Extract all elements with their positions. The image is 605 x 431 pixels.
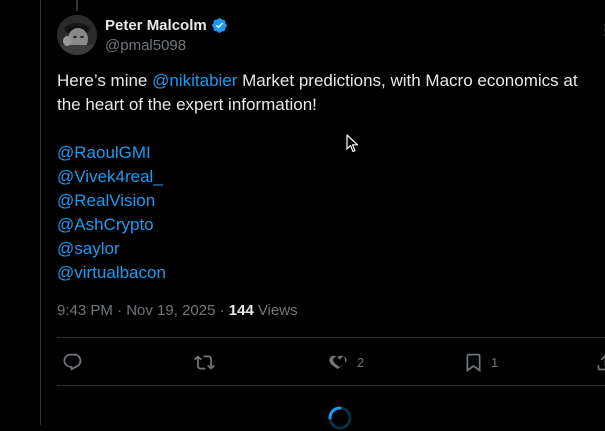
verified-badge-icon[interactable] [211,17,228,34]
retweet-button[interactable] [194,346,222,378]
bookmark-button[interactable]: 1 [463,346,498,378]
like-count: 2 [357,355,364,370]
avatar[interactable] [57,15,97,55]
author-handle[interactable]: @pmal5098 [105,37,186,54]
reply-icon [62,352,83,373]
tweet-time[interactable]: 9:43 PM [57,302,113,319]
mention-link[interactable]: @RealVision [57,189,166,213]
tweet-date[interactable]: Nov 19, 2025 [126,302,215,319]
mention-list: @RaoulGMI @Vivek4real_ @RealVision @AshC… [57,141,166,285]
tweet-meta: 9:43 PM · Nov 19, 2025 · 144Views [57,302,298,319]
mention-link[interactable]: @saylor [57,237,166,261]
mention-link[interactable]: @virtualbacon [57,261,166,285]
reply-button[interactable] [62,346,90,378]
thread-connector-line [76,0,78,11]
inline-mention-link[interactable]: @nikitabier [152,71,237,90]
like-icon [329,352,350,373]
share-icon [595,352,605,373]
like-button[interactable]: 2 [329,346,364,378]
avatar-image [57,15,97,55]
views-label: Views [258,302,298,319]
more-icon[interactable] [601,22,605,38]
author-display-name[interactable]: Peter Malcolm [105,17,207,34]
mouse-cursor-icon [346,134,360,154]
bookmark-icon [463,352,484,373]
tweet-text-before: Here’s mine [57,71,152,90]
left-column-border [40,0,41,425]
action-bar: 2 1 [57,346,605,378]
divider-bottom [57,385,605,386]
meta-separator: · [215,302,228,319]
share-button[interactable] [595,346,605,378]
mention-link[interactable]: @AshCrypto [57,213,166,237]
loading-spinner-icon [327,405,353,431]
divider-top [57,337,605,338]
mention-link[interactable]: @Vivek4real_ [57,165,166,189]
retweet-icon [194,352,215,373]
views-count: 144 [229,302,254,319]
tweet-text: Here’s mine @nikitabier Market predictio… [57,69,603,117]
meta-separator: · [113,302,126,319]
author-name-row: Peter Malcolm [105,16,228,34]
bookmark-count: 1 [491,355,498,370]
mention-link[interactable]: @RaoulGMI [57,141,166,165]
